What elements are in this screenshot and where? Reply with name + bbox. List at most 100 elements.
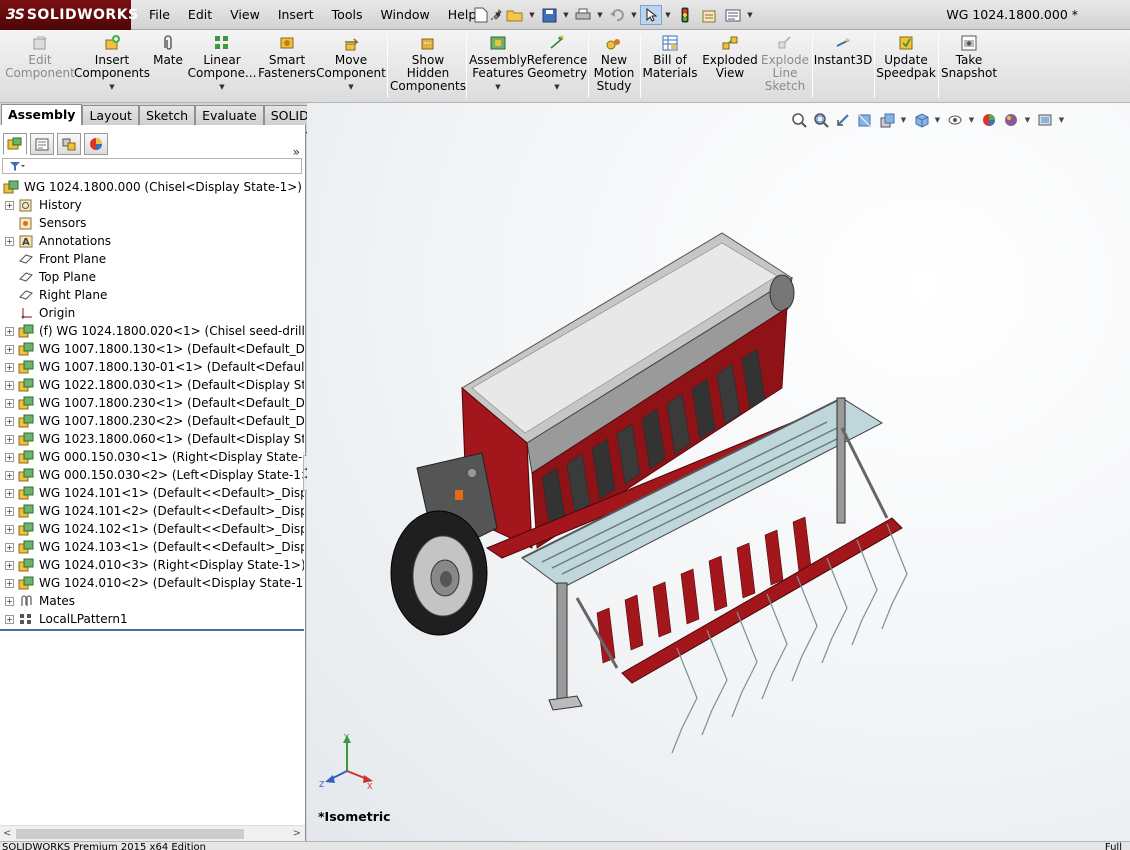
reference-geometry-button[interactable]: Reference Geometry ▼ <box>527 33 587 101</box>
tree-item[interactable]: + WG 1024.101<2> (Default<<Default>_Displ… <box>0 502 304 520</box>
expand-icon[interactable]: + <box>5 560 14 570</box>
open-dropdown-icon[interactable]: ▼ <box>528 5 536 25</box>
zoom-to-fit-icon[interactable] <box>789 111 808 129</box>
bill-of-materials-button[interactable]: Bill of Materials <box>643 33 698 101</box>
insert-components-button[interactable]: Insert Components ▼ <box>74 33 150 101</box>
expand-icon[interactable]: + <box>5 578 14 588</box>
expand-icon[interactable]: + <box>5 596 14 606</box>
new-document-icon[interactable] <box>470 5 492 25</box>
tree-item[interactable]: + WG 1024.103<1> (Default<<Default>_Displ… <box>0 538 304 556</box>
solidworks-logo[interactable]: 3S SOLIDWORKS <box>0 0 138 30</box>
tree-item[interactable]: + WG 1024.101<1> (Default<<Default>_Displ… <box>0 484 304 502</box>
linear-component-dropdown-icon[interactable]: ▼ <box>219 81 224 94</box>
expand-icon[interactable]: + <box>5 506 14 516</box>
tree-item[interactable]: + History <box>0 196 304 214</box>
mate-button[interactable]: Mate <box>150 33 186 101</box>
expand-icon[interactable]: + <box>5 416 14 426</box>
edit-component-button[interactable]: Edit Component <box>2 33 78 101</box>
instant3d-button[interactable]: Instant3D <box>814 33 872 101</box>
smart-fasteners-button[interactable]: Smart Fasteners <box>256 33 318 101</box>
expand-icon[interactable]: + <box>5 236 14 246</box>
expand-icon[interactable]: + <box>5 542 14 552</box>
tree-item[interactable]: + WG 1007.1800.130-01<1> (Default<Default… <box>0 358 304 376</box>
hide-show-items-icon[interactable] <box>945 111 964 129</box>
view-orientation-dropdown-icon[interactable]: ▼ <box>899 116 908 124</box>
print-icon[interactable] <box>572 5 594 25</box>
view-settings-dropdown-icon[interactable]: ▼ <box>1057 116 1066 124</box>
undo-dropdown-icon[interactable]: ▼ <box>630 5 638 25</box>
assembly-features-dropdown-icon[interactable]: ▼ <box>495 81 500 94</box>
explode-line-sketch-button[interactable]: Explode Line Sketch <box>758 33 812 101</box>
tree-item[interactable]: + WG 1022.1800.030<1> (Default<Display St… <box>0 376 304 394</box>
move-component-dropdown-icon[interactable]: ▼ <box>348 81 353 94</box>
tab-evaluate[interactable]: Evaluate <box>195 105 264 125</box>
tree-item[interactable]: Origin <box>0 304 304 322</box>
seed-drill-model[interactable] <box>377 228 957 768</box>
expand-icon[interactable]: + <box>5 614 14 624</box>
filter-funnel-icon[interactable] <box>9 161 25 172</box>
select-cursor-icon[interactable] <box>640 5 662 25</box>
tree-item[interactable]: + WG 1024.010<2> (Default<Display State-1… <box>0 574 304 592</box>
expand-icon[interactable]: + <box>5 380 14 390</box>
save-dropdown-icon[interactable]: ▼ <box>562 5 570 25</box>
rollback-bar[interactable] <box>0 629 304 631</box>
new-motion-study-button[interactable]: New Motion Study <box>591 33 637 101</box>
expand-icon[interactable]: + <box>5 524 14 534</box>
tree-item[interactable]: + Mates <box>0 592 304 610</box>
tree-item[interactable]: Top Plane <box>0 268 304 286</box>
move-component-button[interactable]: Move Component ▼ <box>316 33 386 101</box>
horizontal-scrollbar[interactable]: < > <box>0 825 305 841</box>
expand-icon[interactable]: + <box>5 398 14 408</box>
new-dropdown-icon[interactable]: ▼ <box>494 5 502 25</box>
tree-item[interactable]: + WG 1023.1800.060<1> (Default<Display St… <box>0 430 304 448</box>
tree-filter-box[interactable] <box>2 158 302 174</box>
expand-icon[interactable]: + <box>5 362 14 372</box>
exploded-view-button[interactable]: Exploded View <box>702 33 758 101</box>
expand-icon[interactable]: + <box>5 200 14 210</box>
zoom-to-area-icon[interactable] <box>811 111 830 129</box>
chevron-right-icon[interactable]: » <box>293 145 300 159</box>
tree-item[interactable]: Sensors <box>0 214 304 232</box>
tree-item[interactable]: + WG 1024.102<1> (Default<<Default>_Displ… <box>0 520 304 538</box>
tree-item[interactable]: + WG 1024.010<3> (Right<Display State-1>) <box>0 556 304 574</box>
tree-item[interactable]: + WG 1007.1800.230<2> (Default<Default_Di… <box>0 412 304 430</box>
menu-tools[interactable]: Tools <box>323 0 372 30</box>
menu-view[interactable]: View <box>221 0 269 30</box>
options-icon[interactable] <box>722 5 744 25</box>
view-settings-icon[interactable] <box>1035 111 1054 129</box>
menu-file[interactable]: File <box>140 0 179 30</box>
open-folder-icon[interactable] <box>504 5 526 25</box>
tree-item[interactable]: + LocalLPattern1 <box>0 610 304 628</box>
section-view-icon[interactable] <box>855 111 874 129</box>
scrollbar-thumb[interactable] <box>16 829 244 839</box>
configuration-manager-tab[interactable] <box>57 133 81 155</box>
scroll-left-icon[interactable]: < <box>3 826 11 842</box>
tree-item[interactable]: Right Plane <box>0 286 304 304</box>
dynamic-annotation-views-icon[interactable] <box>877 111 896 129</box>
tree-item[interactable]: + WG 1007.1800.230<1> (Default<Default_Di… <box>0 394 304 412</box>
hide-show-dropdown-icon[interactable]: ▼ <box>967 116 976 124</box>
feature-manager-tab[interactable] <box>3 133 27 155</box>
menu-window[interactable]: Window <box>371 0 438 30</box>
rebuild-traffic-light-icon[interactable] <box>674 5 696 25</box>
display-manager-tab[interactable] <box>84 133 108 155</box>
undo-icon[interactable] <box>606 5 628 25</box>
expand-icon[interactable]: + <box>5 452 14 462</box>
menu-insert[interactable]: Insert <box>269 0 323 30</box>
previous-view-icon[interactable] <box>833 111 852 129</box>
scroll-right-icon[interactable]: > <box>293 826 301 842</box>
show-hidden-components-button[interactable]: Show Hidden Components <box>390 33 466 101</box>
expand-icon[interactable]: + <box>5 488 14 498</box>
tree-item[interactable]: + WG 1007.1800.130<1> (Default<Default_Di… <box>0 340 304 358</box>
tree-item[interactable]: + WG 000.150.030<2> (Left<Display State-1… <box>0 466 304 484</box>
display-style-dropdown-icon[interactable]: ▼ <box>933 116 942 124</box>
expand-icon[interactable]: + <box>5 326 14 336</box>
file-properties-icon[interactable] <box>698 5 720 25</box>
edit-appearance-icon[interactable] <box>979 111 998 129</box>
reference-geometry-dropdown-icon[interactable]: ▼ <box>554 81 559 94</box>
linear-component-pattern-button[interactable]: Linear Compone... ▼ <box>188 33 256 101</box>
tree-item[interactable]: + A Annotations <box>0 232 304 250</box>
scene-dropdown-icon[interactable]: ▼ <box>1023 116 1032 124</box>
print-dropdown-icon[interactable]: ▼ <box>596 5 604 25</box>
tree-item[interactable]: + (f) WG 1024.1800.020<1> (Chisel seed-dr… <box>0 322 304 340</box>
